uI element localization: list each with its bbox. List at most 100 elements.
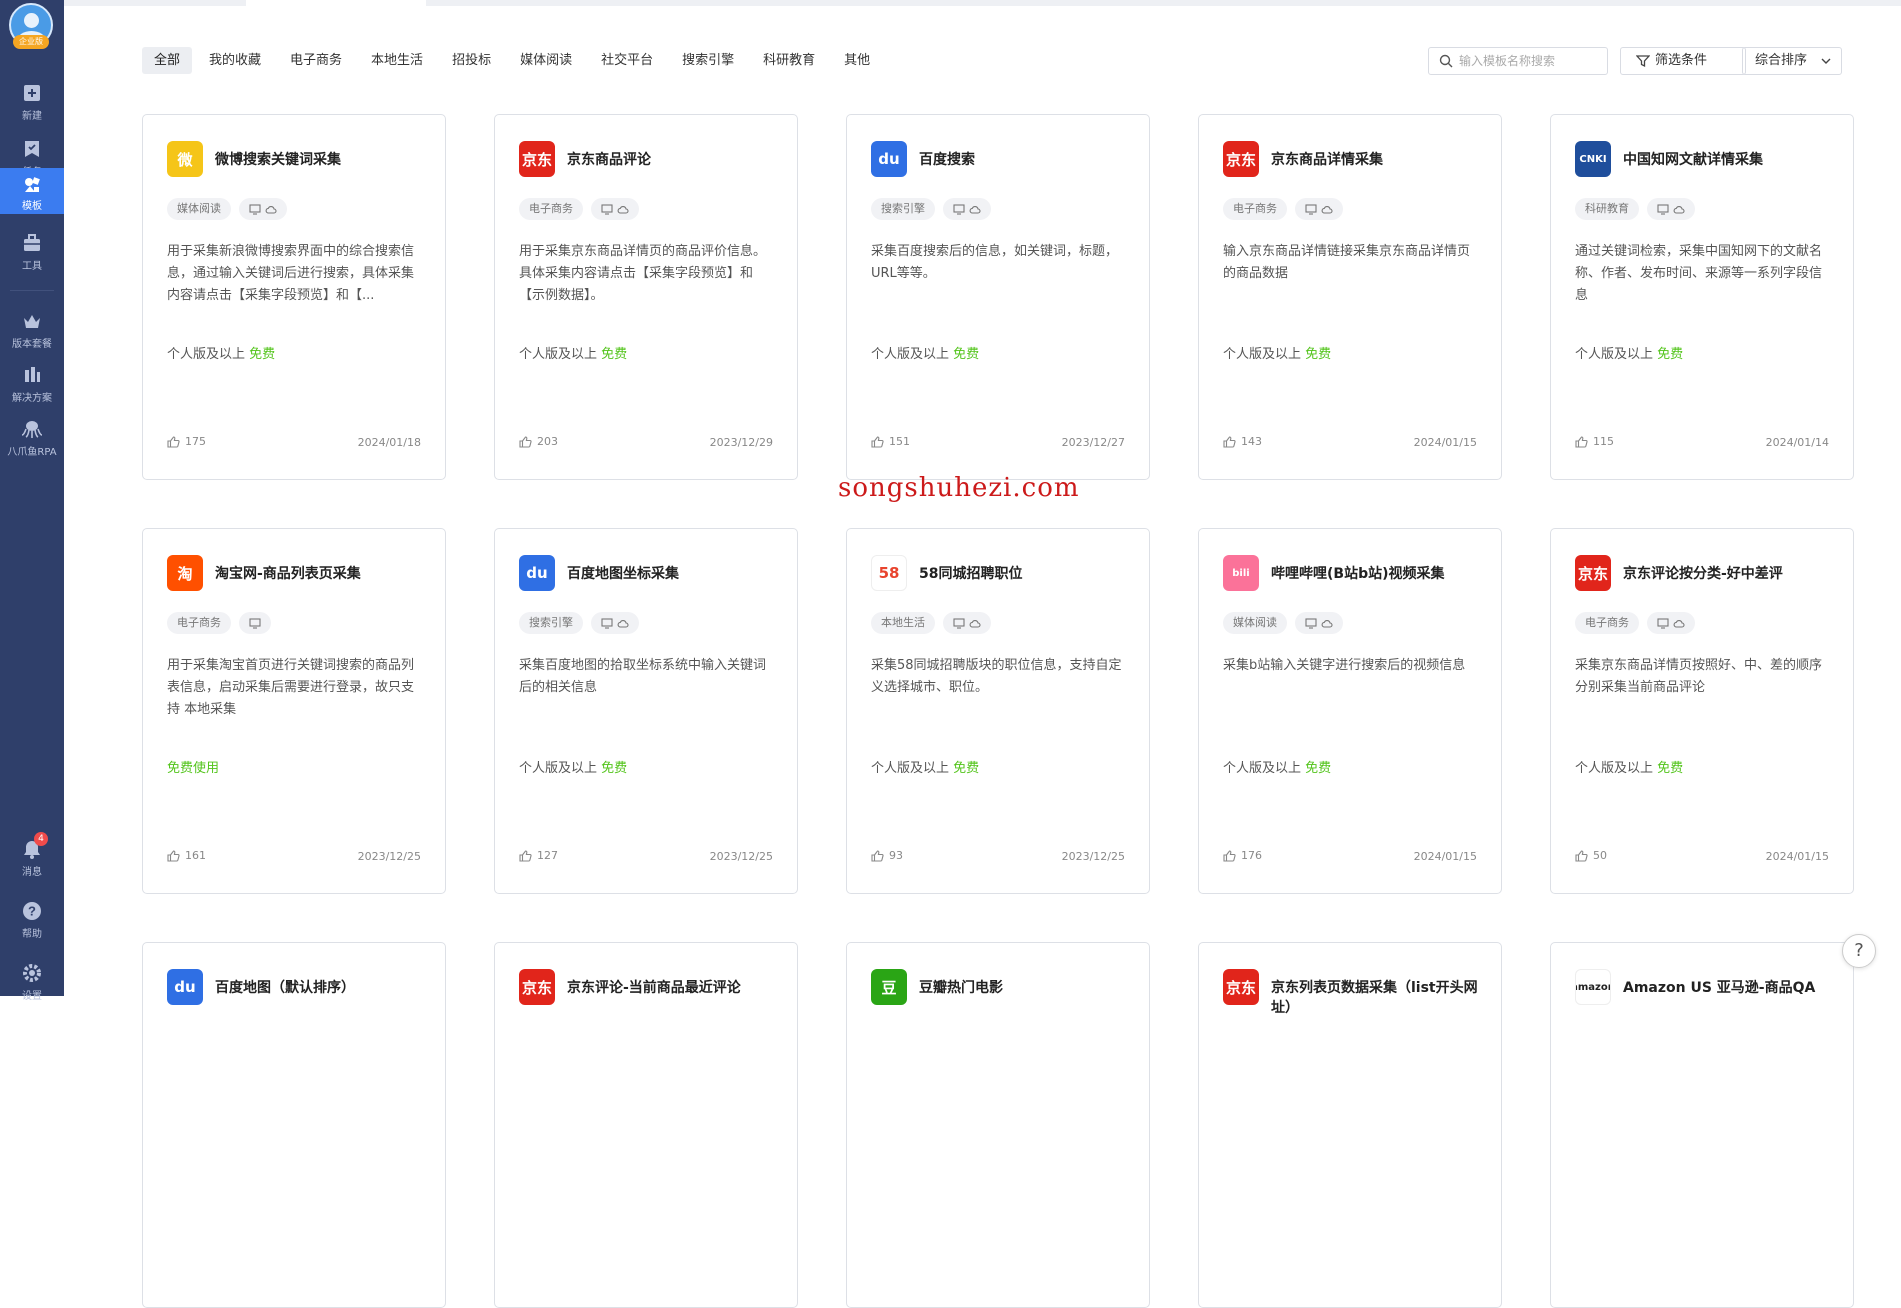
template-card[interactable]: amazon Amazon US 亚马逊-商品QA xyxy=(1550,942,1854,1308)
template-card[interactable]: 京东 京东商品详情采集 电子商务 输入京东商品详情链接采集京东商品详情页的商品数据 个人… xyxy=(1198,114,1502,480)
template-title: 百度地图坐标采集 xyxy=(567,566,679,582)
search-icon xyxy=(1439,54,1453,68)
like-icon xyxy=(519,849,532,862)
template-title: 58同城招聘职位 xyxy=(919,566,1023,582)
template-card[interactable]: du 百度搜索 搜索引擎 采集百度搜索后的信息，如关键词，标题，URL等等。 个人版及以… xyxy=(846,114,1150,480)
plus-square-icon xyxy=(24,85,40,101)
template-card[interactable]: 豆豆瓣热门电影 xyxy=(846,942,1150,1308)
like-count[interactable]: 93 xyxy=(871,849,903,862)
tab-research[interactable]: 科研教育 xyxy=(751,47,827,74)
like-count[interactable]: 203 xyxy=(519,435,558,448)
help-floating-button[interactable]: ? xyxy=(1842,934,1876,968)
price-edition: 个人版及以上 xyxy=(1223,761,1302,776)
category-tag: 电子商务 xyxy=(519,198,583,220)
template-description: 采集百度地图的拾取坐标系统中输入关键词后的相关信息 xyxy=(519,658,767,695)
template-tags: 电子商务 xyxy=(167,612,271,634)
template-card[interactable]: 淘淘宝网-商品列表页采集 电子商务 用于采集淘宝首页进行关键词搜索的商品列表信息，启… xyxy=(142,528,446,894)
bookmark-icon xyxy=(25,141,39,157)
like-count-value: 50 xyxy=(1593,849,1607,862)
template-card[interactable]: 京东 京东评论-当前商品最近评论 xyxy=(494,942,798,1308)
run-mode-tag xyxy=(1647,612,1695,634)
like-count[interactable]: 127 xyxy=(519,849,558,862)
template-card[interactable]: du 百度地图（默认排序） xyxy=(142,942,446,1308)
like-count-value: 161 xyxy=(185,849,206,862)
user-avatar[interactable]: 企业版 xyxy=(5,3,57,55)
sidebar-item-solutions[interactable]: 解决方案 xyxy=(0,356,64,412)
sidebar-item-settings[interactable]: 设置 xyxy=(0,954,64,1010)
template-card[interactable]: 京东 京东列表页数据采集（list开头网址） xyxy=(1198,942,1502,1308)
tab-all[interactable]: 全部 xyxy=(142,47,193,74)
template-price: 个人版及以上 免费 xyxy=(1575,343,1683,362)
like-count[interactable]: 143 xyxy=(1223,435,1262,448)
tab-local-life[interactable]: 本地生活 xyxy=(359,47,435,74)
category-tag: 本地生活 xyxy=(871,612,935,634)
template-tags: 电子商务 xyxy=(1575,612,1695,634)
sidebar-item-tools[interactable]: 工具 xyxy=(0,224,64,280)
sort-dropdown[interactable]: 综合排序 xyxy=(1742,47,1842,75)
template-card[interactable]: du 百度地图坐标采集 搜索引擎 采集百度地图的拾取坐标系统中输入关键词后的相关信息个… xyxy=(494,528,798,894)
tab-bidding[interactable]: 招投标 xyxy=(440,47,503,74)
sidebar-item-messages[interactable]: 4 消息 xyxy=(0,830,64,886)
price-free-label: 免费 xyxy=(1657,761,1684,776)
like-icon xyxy=(1575,849,1588,862)
jd-logo-icon: 京东 xyxy=(519,969,555,1005)
category-tag: 搜索引擎 xyxy=(871,198,935,220)
weibo-logo-icon: 微 xyxy=(167,141,203,177)
price-edition: 个人版及以上 xyxy=(1575,761,1654,776)
tab-favorites[interactable]: 我的收藏 xyxy=(197,47,273,74)
like-count[interactable]: 176 xyxy=(1223,849,1262,862)
like-count[interactable]: 151 xyxy=(871,435,910,448)
sidebar-item-help[interactable]: ? 帮助 xyxy=(0,892,64,948)
template-price: 个人版及以上 免费 xyxy=(1223,757,1331,776)
run-mode-tag xyxy=(943,198,991,220)
price-free-label: 免费 xyxy=(1305,761,1332,776)
template-description: 用于采集新浪微博搜索界面中的综合搜索信息，通过输入关键词后进行搜索，具体采集内容… xyxy=(167,244,415,303)
cloud-icon xyxy=(1673,205,1685,214)
sidebar-item-plans[interactable]: 版本套餐 xyxy=(0,302,64,358)
template-title: 京东列表页数据采集（list开头网址） xyxy=(1271,980,1478,1016)
sidebar-item-label: 模板 xyxy=(22,201,42,212)
template-price: 个人版及以上 免费 xyxy=(167,343,275,362)
template-date: 2024/01/18 xyxy=(357,436,421,449)
tab-ecommerce[interactable]: 电子商务 xyxy=(278,47,354,74)
like-count[interactable]: 175 xyxy=(167,435,206,448)
template-card[interactable]: 京东 京东评论按分类-好中差评 电子商务 采集京东商品详情页按照好、中、差的顺序分别采… xyxy=(1550,528,1854,894)
like-count-value: 175 xyxy=(185,435,206,448)
tab-media[interactable]: 媒体阅读 xyxy=(508,47,584,74)
template-title: 京东商品详情采集 xyxy=(1271,152,1383,168)
template-date: 2024/01/15 xyxy=(1413,436,1477,449)
sidebar: 企业版 新建 任务 模板 工具 版本套餐 解决方案 八爪鱼RPA 4 消息 ? … xyxy=(0,0,64,1002)
template-date: 2023/12/27 xyxy=(1061,436,1125,449)
template-title: 淘宝网-商品列表页采集 xyxy=(215,566,361,582)
template-price: 个人版及以上 免费 xyxy=(1575,757,1683,776)
desktop-icon xyxy=(601,203,613,215)
enterprise-badge: 企业版 xyxy=(13,35,49,49)
sidebar-item-rpa[interactable]: 八爪鱼RPA xyxy=(0,410,64,466)
template-card[interactable]: 58 58同城招聘职位 本地生活 采集58同城招聘版块的职位信息，支持自定义选择城市、… xyxy=(846,528,1150,894)
price-free-label: 免费 xyxy=(1305,347,1332,362)
template-card[interactable]: CNKI 中国知网文献详情采集 科研教育 通过关键词检索，采集中国知网下的文献名称、作… xyxy=(1550,114,1854,480)
sidebar-item-new[interactable]: 新建 xyxy=(0,74,64,130)
cloud-icon xyxy=(617,619,629,628)
tab-social[interactable]: 社交平台 xyxy=(589,47,665,74)
template-card[interactable]: 京东 京东商品评论 电子商务 用于采集京东商品详情页的商品评价信息。具体采集内容请点击… xyxy=(494,114,798,480)
desktop-icon xyxy=(249,617,261,629)
tab-other[interactable]: 其他 xyxy=(832,47,882,74)
like-icon xyxy=(871,435,884,448)
like-count[interactable]: 115 xyxy=(1575,435,1614,448)
like-count[interactable]: 50 xyxy=(1575,849,1607,862)
tab-search-engine[interactable]: 搜索引擎 xyxy=(670,47,746,74)
template-card[interactable]: 微微博搜索关键词采集 媒体阅读 用于采集新浪微博搜索界面中的综合搜索信息，通过输入关… xyxy=(142,114,446,480)
like-count[interactable]: 161 xyxy=(167,849,206,862)
template-tags: 电子商务 xyxy=(519,198,639,220)
svg-text:?: ? xyxy=(28,904,36,919)
filter-icon xyxy=(1636,55,1650,68)
desktop-icon xyxy=(1657,203,1669,215)
template-search-input[interactable]: 输入模板名称搜索 xyxy=(1428,47,1608,75)
template-card[interactable]: bili 哔哩哔哩(B站b站)视频采集 媒体阅读 采集b站输入关键字进行搜索后的视频信… xyxy=(1198,528,1502,894)
template-tags: 媒体阅读 xyxy=(167,198,287,220)
filter-button[interactable]: 筛选条件 xyxy=(1620,47,1746,75)
template-tags: 本地生活 xyxy=(871,612,991,634)
like-count-value: 115 xyxy=(1593,435,1614,448)
sidebar-item-template[interactable]: 模板 xyxy=(0,168,64,214)
